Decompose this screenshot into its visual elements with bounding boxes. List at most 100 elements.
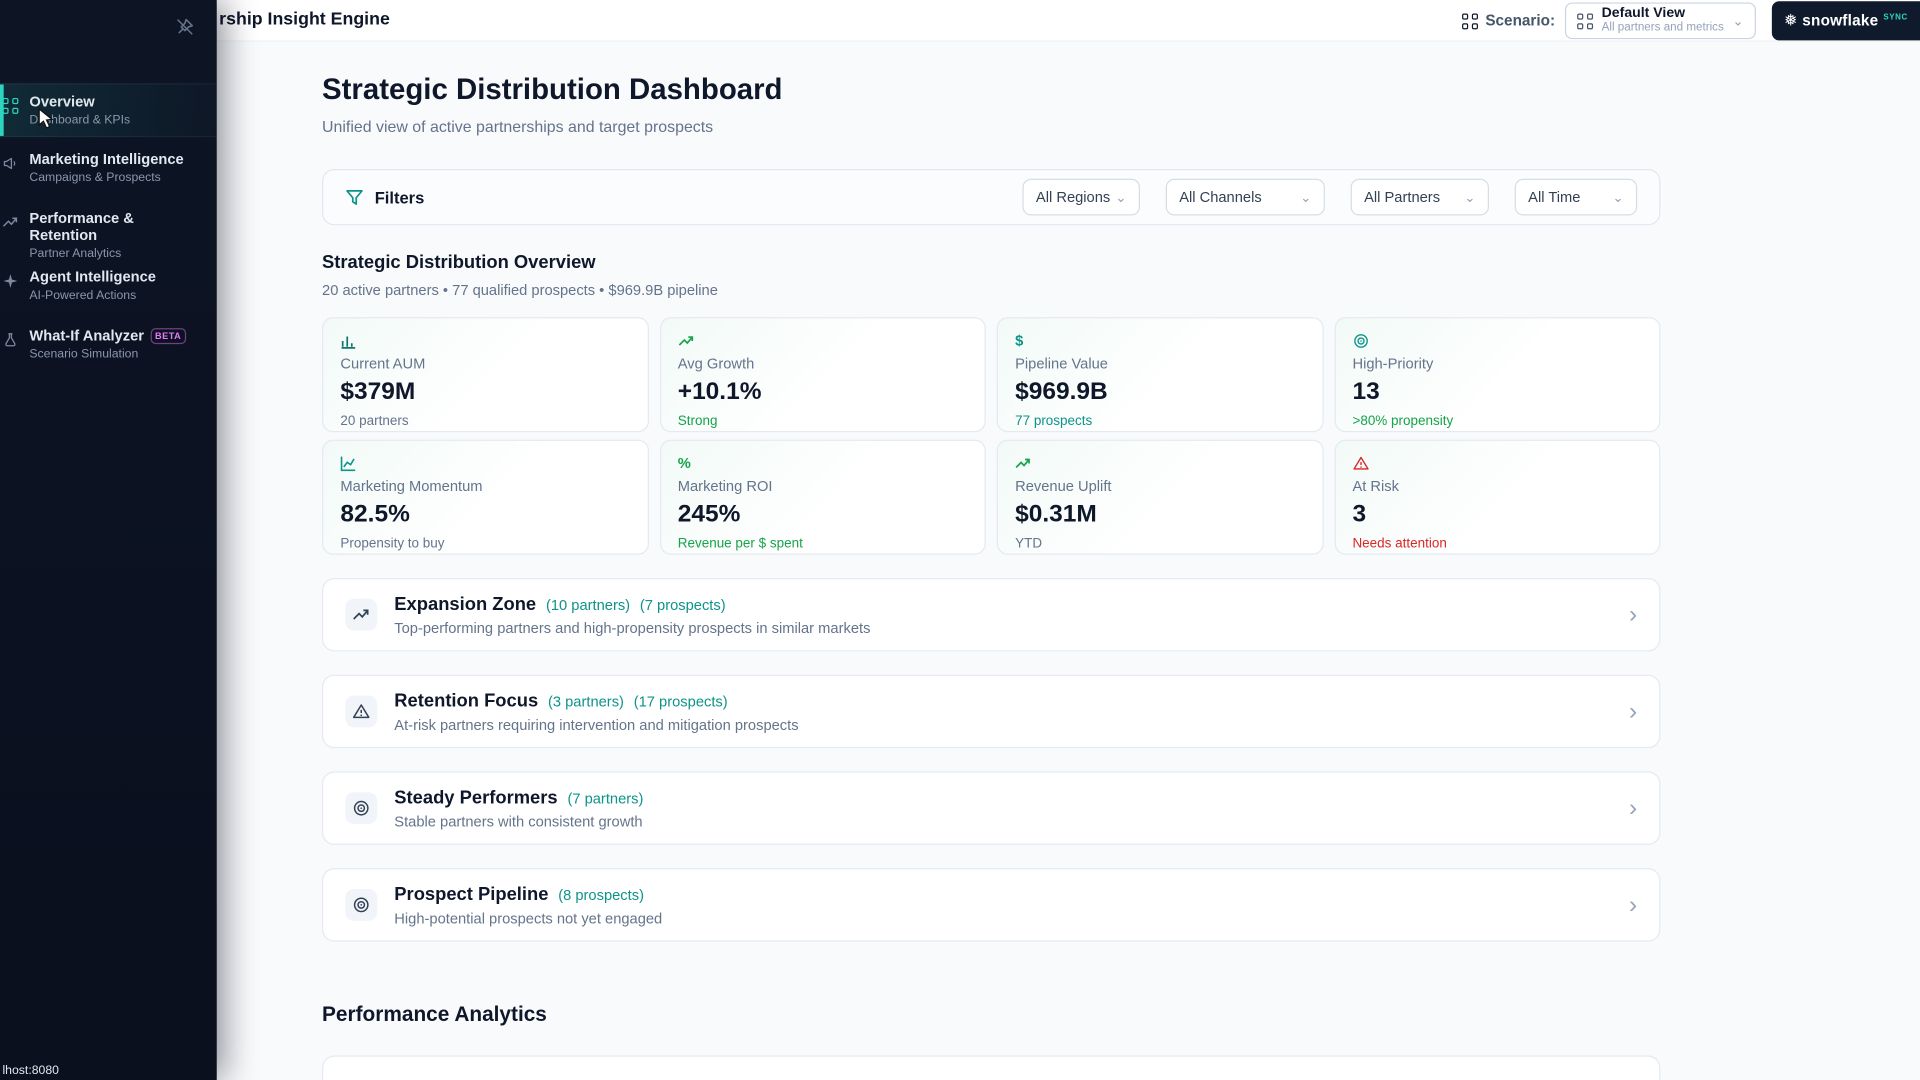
kpi-value: 82.5% bbox=[340, 501, 630, 529]
segment-prospect-pipeline[interactable]: Prospect Pipeline (8 prospects) High-pot… bbox=[322, 868, 1660, 941]
sidebar-item-label: What-If AnalyzerBETA bbox=[29, 327, 204, 344]
overview-heading: Strategic Distribution Overview bbox=[322, 252, 1660, 273]
sidebar-item-label: Agent Intelligence bbox=[29, 268, 204, 285]
sidebar-item-label: Marketing Intelligence bbox=[29, 151, 204, 168]
app-title: rship Insight Engine bbox=[219, 10, 390, 30]
scenario-select[interactable]: Default View All partners and metrics ⌄ bbox=[1565, 2, 1756, 39]
sidebar-item-label: Overview bbox=[29, 93, 204, 110]
analytics-heading: Performance Analytics bbox=[322, 1003, 1660, 1027]
bar-chart-icon bbox=[340, 333, 356, 349]
kpi-value: $969.9B bbox=[1015, 378, 1305, 406]
kpi-card-avg-growth: Avg Growth +10.1% Strong bbox=[659, 317, 985, 432]
top-header: rship Insight Engine Scenario: Default V… bbox=[0, 0, 1920, 42]
sidebar-item-marketing-intelligence[interactable]: Marketing Intelligence Campaigns & Prosp… bbox=[0, 142, 217, 196]
sidebar-item-what-if-analyzer[interactable]: What-If AnalyzerBETA Scenario Simulation bbox=[0, 318, 217, 372]
kpi-caption: Propensity to buy bbox=[340, 536, 630, 551]
sidebar: Overview Dashboard & KPIs Marketing Inte… bbox=[0, 0, 217, 1080]
pin-off-icon[interactable] bbox=[175, 17, 195, 37]
kpi-card-marketing-momentum: Marketing Momentum 82.5% Propensity to b… bbox=[322, 440, 648, 555]
kpi-card-high-priority: High-Priority 13 >80% propensity bbox=[1334, 317, 1660, 432]
snowflake-icon: ❅ bbox=[1784, 11, 1797, 31]
filters-label: Filters bbox=[375, 188, 425, 206]
kpi-label: Marketing Momentum bbox=[340, 478, 630, 495]
kpi-value: 245% bbox=[678, 501, 968, 529]
segment-title: Steady Performers bbox=[394, 787, 557, 808]
trending-up-icon bbox=[1015, 456, 1031, 472]
kpi-label: Marketing ROI bbox=[678, 478, 968, 495]
segment-steady-performers[interactable]: Steady Performers (7 partners) Stable pa… bbox=[322, 771, 1660, 844]
chevron-down-icon: ⌄ bbox=[1115, 189, 1126, 205]
segment-desc: Stable partners with consistent growth bbox=[394, 812, 643, 829]
app-stage: rship Insight Engine Scenario: Default V… bbox=[0, 0, 1920, 1080]
sidebar-item-sub: Scenario Simulation bbox=[29, 348, 204, 361]
filter-time-value: All Time bbox=[1528, 189, 1580, 206]
chevron-down-icon: ⌄ bbox=[1612, 189, 1623, 205]
segment-desc: High-potential prospects not yet engaged bbox=[394, 909, 662, 926]
kpi-label: Avg Growth bbox=[678, 355, 968, 372]
kpi-caption: Needs attention bbox=[1352, 536, 1642, 551]
chevron-right-icon[interactable]: › bbox=[1629, 602, 1637, 626]
scenario-label: Scenario: bbox=[1485, 12, 1555, 29]
megaphone-icon bbox=[2, 156, 18, 172]
chevron-right-icon[interactable]: › bbox=[1629, 699, 1637, 723]
kpi-value: +10.1% bbox=[678, 378, 968, 406]
brand-suffix: SYNC bbox=[1883, 13, 1908, 22]
filter-time-select[interactable]: All Time ⌄ bbox=[1515, 179, 1637, 216]
alert-triangle-icon bbox=[345, 696, 377, 728]
line-chart-icon bbox=[340, 456, 356, 472]
kpi-caption: YTD bbox=[1015, 536, 1305, 551]
segment-title: Expansion Zone bbox=[394, 593, 536, 614]
main-content: Strategic Distribution Dashboard Unified… bbox=[322, 42, 1660, 1080]
kpi-value: $379M bbox=[340, 378, 630, 406]
sidebar-item-overview[interactable]: Overview Dashboard & KPIs bbox=[0, 83, 217, 137]
segment-tag: (7 prospects) bbox=[640, 596, 726, 613]
segment-title: Prospect Pipeline bbox=[394, 883, 548, 904]
segment-tag: (3 partners) bbox=[548, 692, 624, 709]
beta-badge: BETA bbox=[150, 328, 186, 344]
kpi-caption: 77 prospects bbox=[1015, 414, 1305, 429]
kpi-value: $0.31M bbox=[1015, 501, 1305, 529]
sidebar-nav: Overview Dashboard & KPIs Marketing Inte… bbox=[0, 83, 217, 377]
kpi-label: High-Priority bbox=[1352, 355, 1642, 372]
kpi-caption: Revenue per $ spent bbox=[678, 536, 968, 551]
kpi-value: 13 bbox=[1352, 378, 1642, 406]
segment-title: Retention Focus bbox=[394, 690, 538, 711]
scenario-value: Default View bbox=[1602, 6, 1724, 22]
alert-triangle-icon bbox=[1352, 456, 1368, 472]
kpi-label: Revenue Uplift bbox=[1015, 478, 1305, 495]
kpi-card-at-risk: At Risk 3 Needs attention bbox=[1334, 440, 1660, 555]
filter-funnel-icon bbox=[345, 188, 363, 206]
sparkles-icon bbox=[2, 273, 18, 289]
segment-desc: Top-performing partners and high-propens… bbox=[394, 619, 870, 636]
segment-expansion-zone[interactable]: Expansion Zone (10 partners) (7 prospect… bbox=[322, 578, 1660, 651]
trending-up-icon bbox=[345, 599, 377, 631]
filter-regions-select[interactable]: All Regions ⌄ bbox=[1022, 179, 1140, 216]
page-subtitle: Unified view of active partnerships and … bbox=[322, 118, 1660, 136]
filters-bar: Filters All Regions ⌄ All Channels ⌄ All… bbox=[322, 169, 1660, 225]
kpi-label: At Risk bbox=[1352, 478, 1642, 495]
segment-tag: (8 prospects) bbox=[558, 886, 644, 903]
sidebar-item-agent-intelligence[interactable]: Agent Intelligence AI-Powered Actions bbox=[0, 260, 217, 314]
analytics-card: Distribution Performance & Opportunity C… bbox=[322, 1056, 1660, 1080]
kpi-label: Current AUM bbox=[340, 355, 630, 372]
filter-regions-value: All Regions bbox=[1036, 189, 1110, 206]
scenario-label-wrap: Scenario: bbox=[1462, 12, 1555, 29]
kpi-card-revenue-uplift: Revenue Uplift $0.31M YTD bbox=[997, 440, 1323, 555]
sidebar-item-performance-retention[interactable]: Performance & Retention Partner Analytic… bbox=[0, 201, 217, 255]
scenario-sub: All partners and metrics bbox=[1602, 22, 1724, 35]
target-icon bbox=[1352, 333, 1368, 349]
overview-summary: 20 active partners • 77 qualified prospe… bbox=[322, 282, 1660, 299]
page-title: Strategic Distribution Dashboard bbox=[322, 73, 1660, 107]
segment-tag: (7 partners) bbox=[567, 789, 643, 806]
filter-channels-select[interactable]: All Channels ⌄ bbox=[1166, 179, 1325, 216]
chevron-right-icon[interactable]: › bbox=[1629, 796, 1637, 820]
filter-partners-value: All Partners bbox=[1364, 189, 1440, 206]
grid-icon bbox=[1577, 13, 1593, 29]
filter-partners-select[interactable]: All Partners ⌄ bbox=[1351, 179, 1489, 216]
chevron-right-icon[interactable]: › bbox=[1629, 893, 1637, 917]
sidebar-item-sub: Dashboard & KPIs bbox=[29, 114, 204, 127]
filter-channels-value: All Channels bbox=[1179, 189, 1262, 206]
segment-retention-focus[interactable]: Retention Focus (3 partners) (17 prospec… bbox=[322, 675, 1660, 748]
grid-icon bbox=[2, 98, 18, 114]
kpi-label: Pipeline Value bbox=[1015, 355, 1305, 372]
